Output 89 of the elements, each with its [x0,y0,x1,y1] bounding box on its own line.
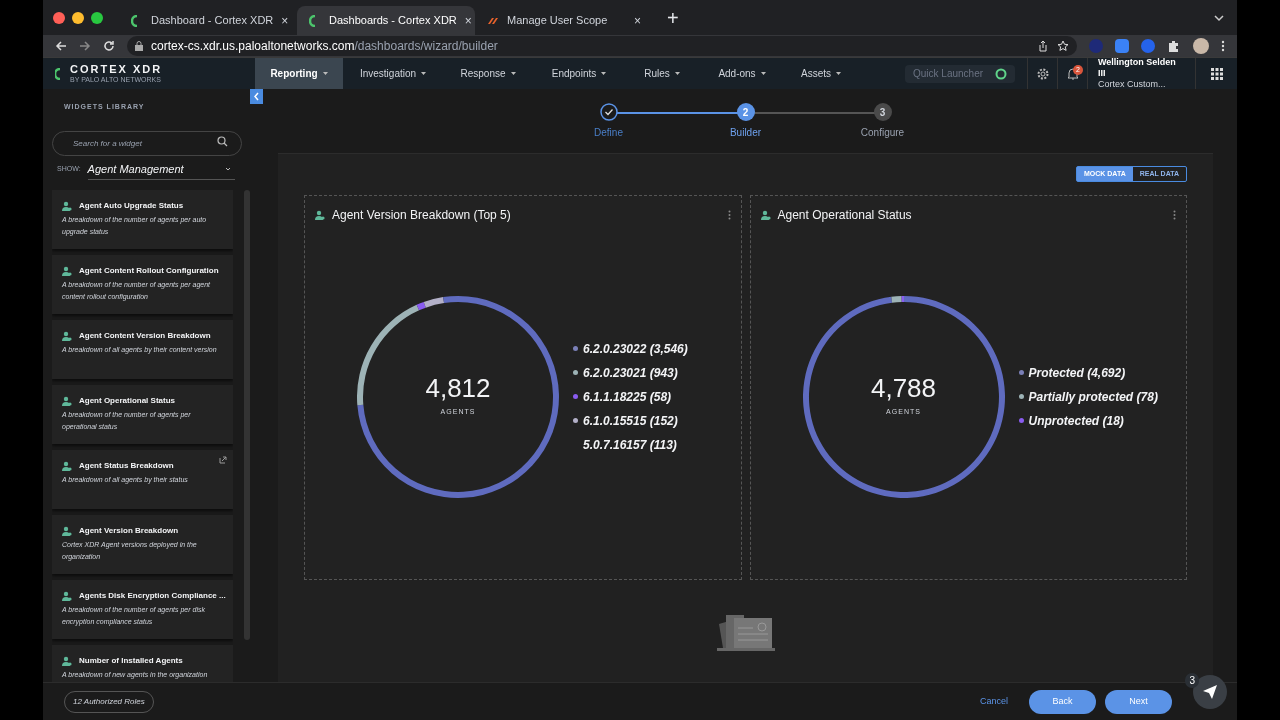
legend-label: Protected (4,692) [1028,364,1126,382]
widget-title: Agent Operational Status [777,207,913,224]
caret-icon [421,71,427,76]
step-label: Builder [729,126,762,140]
check-circle-icon[interactable] [599,103,618,121]
widget-title: Agents Disk Encryption Compliance ... [79,589,226,602]
widget-title: Agent Auto Upgrade Status [79,199,184,212]
more-icon[interactable] [1173,210,1176,220]
bell-icon[interactable] [1066,66,1079,81]
widget-title: Number of Installed Agents [79,654,183,667]
cancel-button[interactable]: Cancel [968,694,1020,709]
chevron-down-icon [224,166,231,172]
widget-search-field[interactable]: Search for a widget [52,130,242,156]
caret-icon [760,71,766,76]
caret-icon [836,71,841,76]
popout-icon[interactable] [219,455,228,464]
caret-icon [674,71,680,76]
legend-label: Unprotected (18) [1028,412,1124,430]
user-icon [62,655,72,666]
legend-label: 5.0.7.16157 (113) [583,436,677,454]
user-icon [62,590,72,601]
legend-label: 6.2.0.23021 (943) [583,364,678,382]
profile-avatar[interactable] [1193,38,1209,54]
step-number[interactable]: 3 [873,103,892,121]
back-icon[interactable] [55,40,67,52]
widget-title: Agent Content Rollout Configuration [79,264,219,277]
collapse-sidebar-button[interactable] [250,89,263,104]
total-count: 4,812 [425,375,491,402]
widget-title: Agent Version Breakdown (Top 5) [332,207,512,224]
address-bar[interactable]: cortex-cs.xdr.us.paloaltonetworks.com/dashboards/wizard/builder [127,36,1077,56]
caret-icon [510,71,516,76]
minimize-window-icon[interactable] [72,11,84,24]
widget-title: Agent Version Breakdown [79,524,179,537]
more-icon[interactable] [1221,40,1225,52]
quick-launcher-field[interactable]: Quick Launcher [905,64,1015,83]
share-icon[interactable] [1037,40,1049,52]
caret-icon [601,71,607,76]
forward-icon[interactable] [79,40,91,52]
user-icon [62,265,72,276]
user-name[interactable]: Wellington Selden III [1098,57,1185,79]
nav-menu-item[interactable]: Assets [785,58,857,89]
legend-label: 6.2.0.23022 (3,546) [583,340,688,358]
legend-label: 6.1.1.18225 (58) [583,388,672,406]
close-tab-button[interactable]: × [281,11,289,30]
widget-title: Agent Content Version Breakdown [79,329,211,342]
user-icon [62,460,72,471]
close-window-icon[interactable] [53,11,65,24]
legend-label: Partially protected (78) [1028,388,1158,406]
puzzle-icon[interactable] [1167,39,1181,53]
reload-icon[interactable] [103,40,115,52]
user-icon [62,395,72,406]
step-label: Configure [860,126,905,140]
help-count: 3 [1185,673,1199,688]
category-dropdown[interactable]: Agent Management [87,159,235,180]
help-button[interactable] [1193,675,1227,709]
browser-tab[interactable]: Dashboards - Cortex XDR × [297,6,475,35]
total-count: 4,788 [870,375,937,402]
scrollbar[interactable] [244,189,250,640]
user-role[interactable]: Cortex Custom... [1098,79,1185,90]
legend-label: 6.1.0.15515 (152) [583,412,678,430]
more-icon[interactable] [727,210,731,220]
nav-menu-item[interactable]: Investigation [343,58,443,89]
apps-grid-icon[interactable] [1210,67,1223,80]
widget-title: Agent Status Breakdown [79,459,174,472]
user-icon [62,330,72,341]
settings-icon[interactable] [1035,66,1050,81]
nav-menu-item[interactable]: Rules [625,58,699,89]
browser-tab[interactable]: Dashboard - Cortex XDR × [119,6,297,35]
search-icon [217,135,228,147]
user-icon [62,525,72,536]
star-icon[interactable] [1057,40,1069,52]
maximize-window-icon[interactable] [91,11,103,24]
nav-menu-item[interactable]: Response [443,58,533,89]
user-icon [760,210,771,220]
nav-menu-item[interactable]: Endpoints [533,58,625,89]
lock-icon [135,41,143,51]
url-text: cortex-cs.xdr.us.paloaltonetworks.com/dashboards/wizard/builder [151,38,498,55]
launcher-icon [995,67,1007,80]
user-icon [62,200,72,211]
browser-tab[interactable]: Manage User Scope × [475,6,653,35]
nav-menu-item[interactable]: Reporting [255,58,343,89]
caret-icon [322,71,328,76]
step-label: Define [594,126,623,140]
close-tab-button[interactable]: × [634,11,641,30]
close-tab-button[interactable]: × [464,11,472,30]
nav-menu-item[interactable]: Add-ons [699,58,785,89]
new-tab-button[interactable]: + [667,2,679,33]
user-icon [315,210,325,220]
widget-title: Agent Operational Status [79,394,175,407]
